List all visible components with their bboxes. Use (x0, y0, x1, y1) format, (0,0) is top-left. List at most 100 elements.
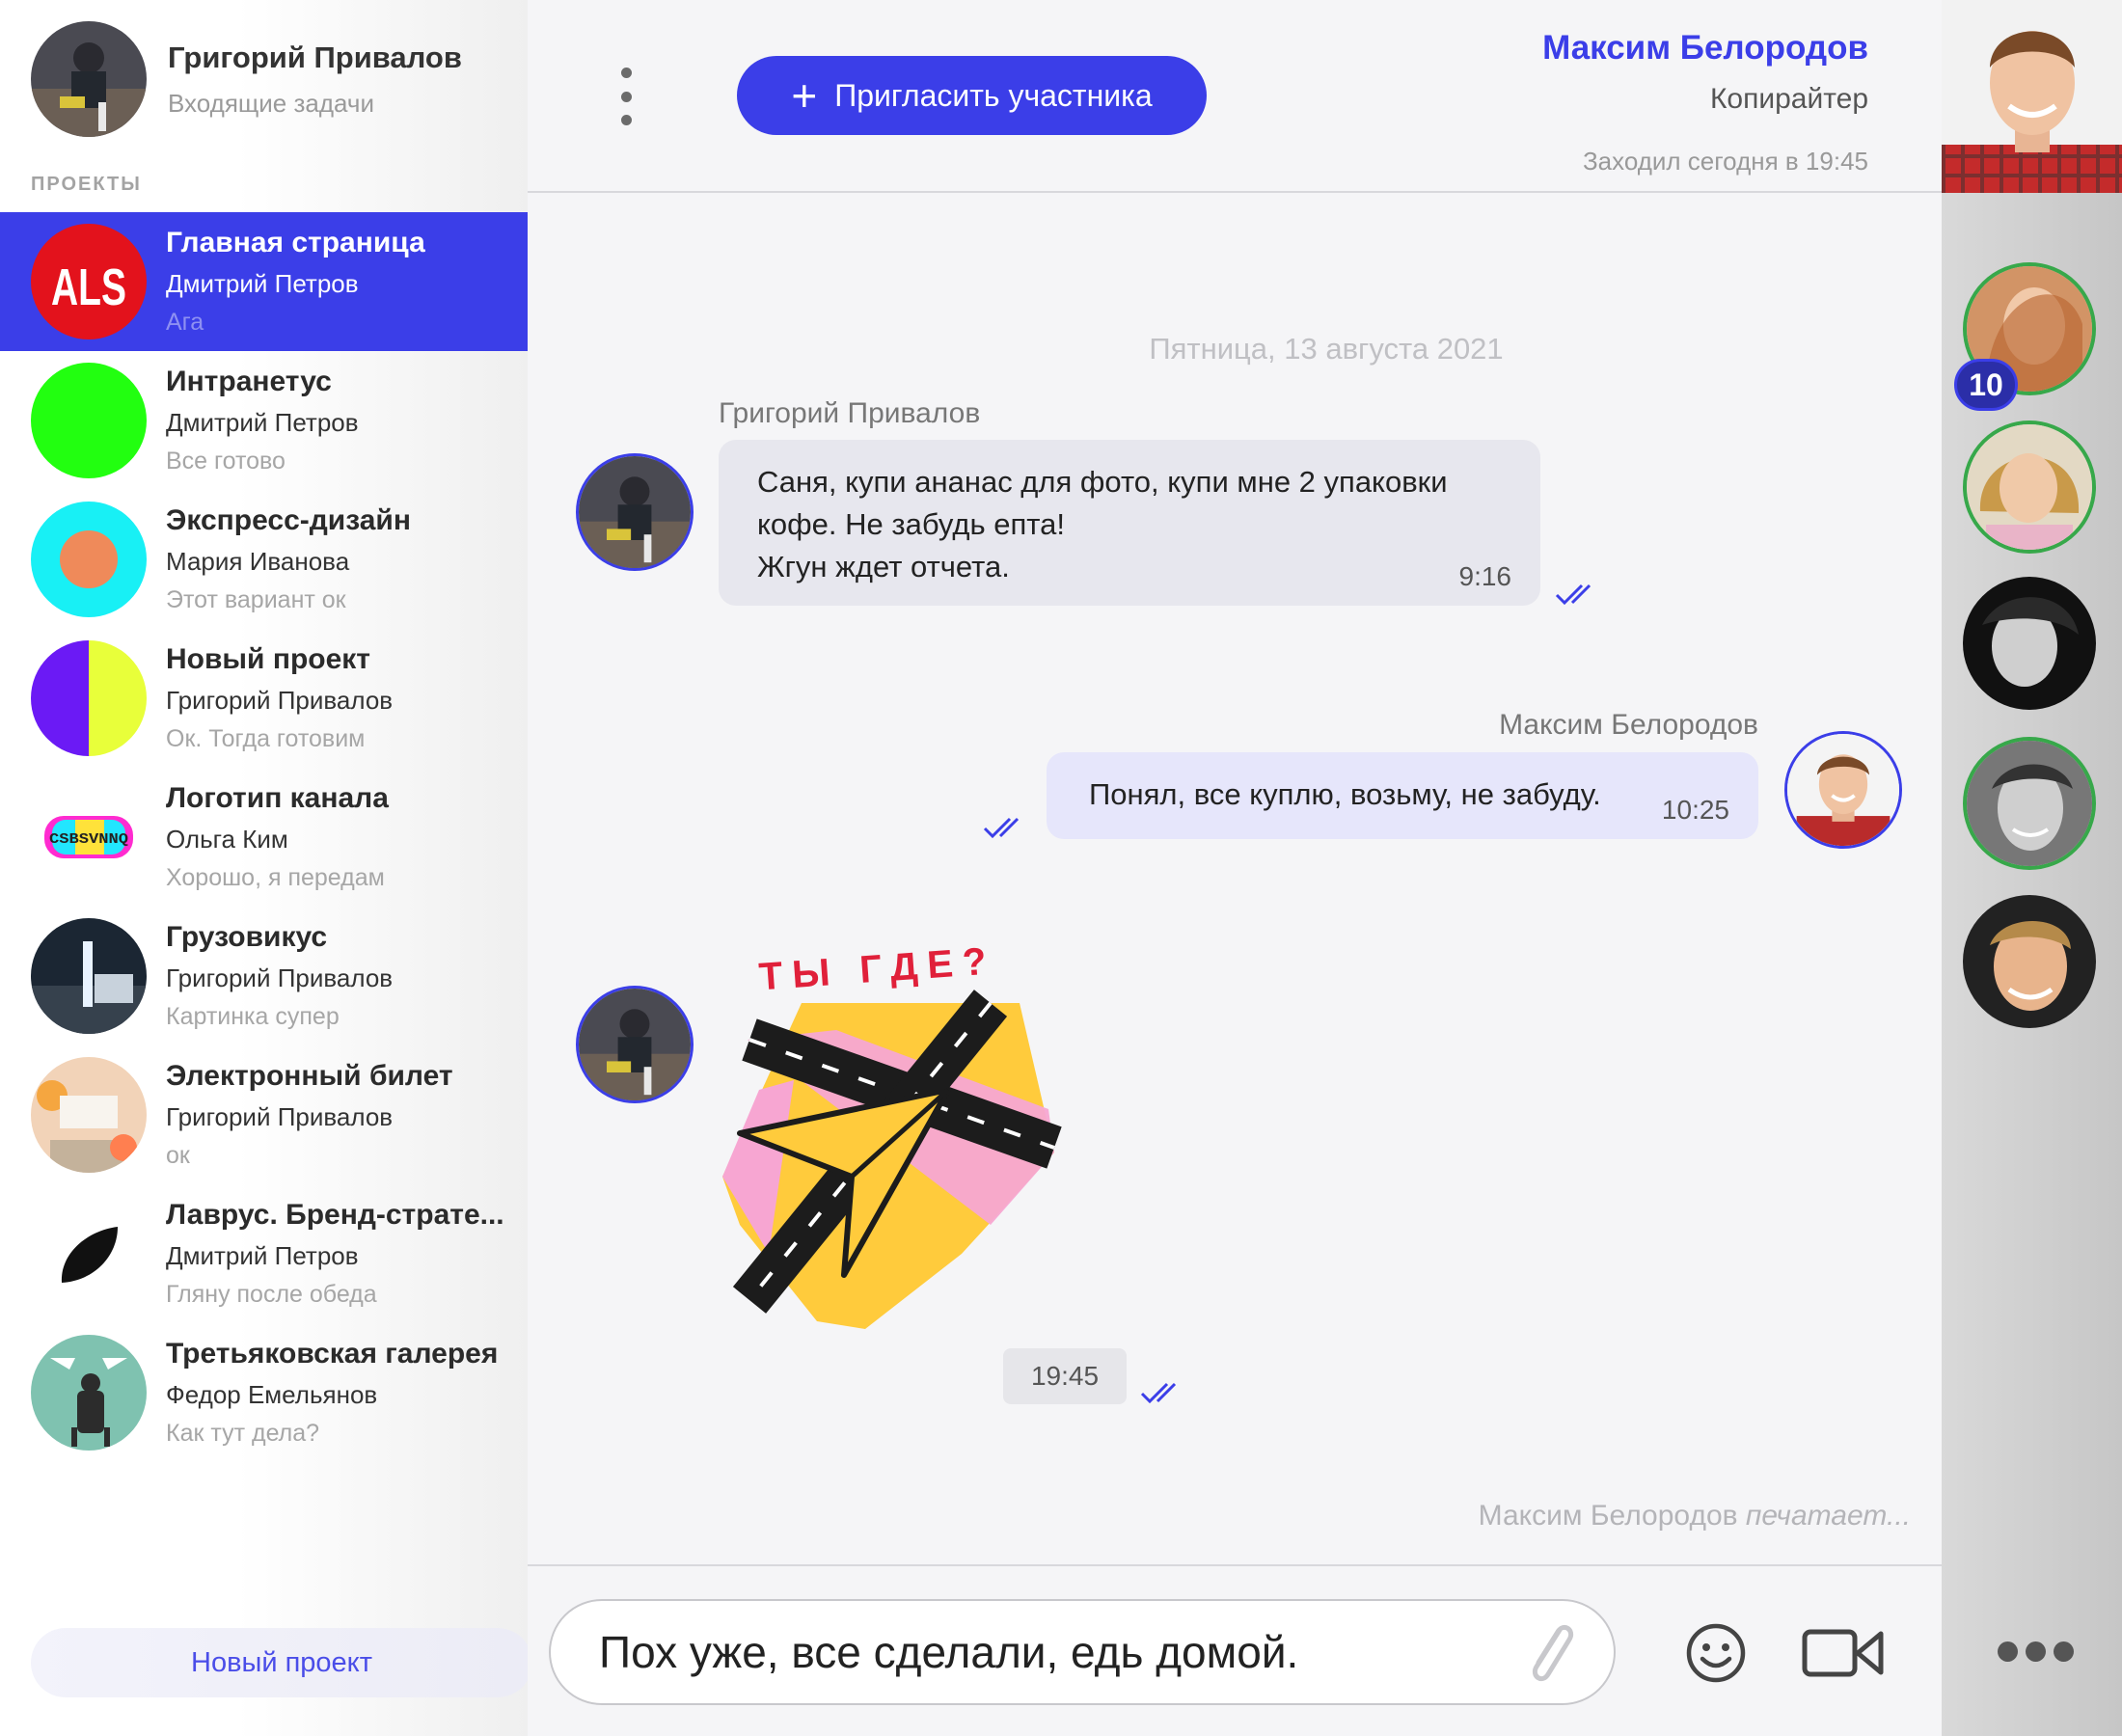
peer-name[interactable]: Максим Белородов (1542, 29, 1868, 68)
project-last-message: Все готово (166, 448, 286, 475)
message-time: 9:16 (1458, 561, 1512, 591)
project-last-message: Этот вариант ок (166, 586, 346, 613)
message-avatar[interactable] (1784, 731, 1902, 849)
project-author: Мария Иванова (166, 547, 350, 576)
project-title: Логотип канала (166, 782, 389, 814)
project-title: Лаврус. Бренд-страте... (166, 1199, 504, 1231)
project-last-message: Гляну после обеда (166, 1281, 377, 1308)
project-last-message: Как тут дела? (166, 1420, 320, 1447)
current-user-avatar (31, 21, 147, 137)
message-line: кофе. Не забудь епта! (757, 507, 1065, 541)
date-separator: Пятница, 13 августа 2021 (1149, 332, 1504, 366)
project-title: Экспресс-дизайн (166, 504, 411, 536)
project-avatar (31, 1057, 147, 1173)
invite-member-button[interactable]: + Пригласить участника (737, 56, 1207, 135)
project-avatar: CSBSVNNQ (31, 779, 147, 895)
member-avatar[interactable] (1963, 577, 2096, 710)
project-item[interactable]: Грузовикус Григорий Привалов Картинка су… (0, 907, 528, 1045)
project-title: Новый проект (166, 643, 370, 675)
projects-sidebar: Григорий Привалов Входящие задачи ПРОЕКТ… (0, 0, 528, 1736)
message-avatar[interactable] (576, 453, 694, 571)
unread-badge: 10 (1954, 359, 2018, 411)
composer-bar (528, 1564, 1942, 1736)
project-author: Федор Емельянов (166, 1380, 378, 1409)
more-horizontal-icon[interactable] (1998, 1641, 2074, 1662)
message-time: 19:45 (1003, 1348, 1127, 1404)
project-avatar (31, 363, 147, 478)
project-author: Дмитрий Петров (166, 408, 359, 437)
project-last-message: Ага (166, 309, 204, 336)
project-title: Интранетус (166, 366, 332, 397)
project-last-message: ок (166, 1142, 190, 1169)
paperclip-icon[interactable] (1511, 1614, 1589, 1692)
member-avatar[interactable] (1963, 737, 2096, 870)
project-avatar: ALS (31, 224, 147, 339)
project-author: Григорий Привалов (166, 963, 394, 992)
message-line: Понял, все куплю, возьму, не забуду. (1089, 777, 1601, 811)
project-logo-text: CSBSVNNQ (49, 831, 128, 848)
project-item[interactable]: Интранетус Дмитрий Петров Все готово (0, 351, 528, 490)
current-user-subtitle: Входящие задачи (168, 88, 375, 118)
project-author: Дмитрий Петров (166, 1241, 359, 1270)
current-user-name: Григорий Привалов (168, 40, 462, 74)
message-line: Жгун ждет отчета. (757, 550, 1010, 583)
projects-section-label: ПРОЕКТЫ (31, 174, 142, 195)
project-author: Григорий Привалов (166, 686, 394, 715)
member-avatar[interactable] (1963, 420, 2096, 554)
chat-header: + Пригласить участника Максим Белородов … (528, 0, 1942, 193)
double-check-icon (1140, 1382, 1177, 1404)
project-author: Ольга Ким (166, 825, 288, 854)
chat-panel: + Пригласить участника Максим Белородов … (528, 0, 1942, 1736)
sticker-image[interactable]: ТЫ ГДЕ? (701, 936, 1068, 1341)
peer-last-seen: Заходил сегодня в 19:45 (1582, 147, 1868, 176)
smile-icon[interactable] (1673, 1611, 1758, 1695)
message-avatar[interactable] (576, 986, 694, 1103)
project-avatar (31, 640, 147, 756)
project-item[interactable]: ALS Главная страница Дмитрий Петров Ага (0, 212, 528, 351)
message-bubble[interactable]: Понял, все куплю, возьму, не забуду. 10:… (1047, 752, 1758, 839)
double-check-icon (983, 817, 1020, 839)
project-item[interactable]: CSBSVNNQ Логотип канала Ольга Ким Хорошо… (0, 768, 528, 907)
peer-role: Копирайтер (1709, 83, 1868, 115)
project-title: Третьяковская галерея (166, 1338, 499, 1370)
project-author: Дмитрий Петров (166, 269, 359, 298)
message-time: 10:25 (1661, 795, 1729, 825)
project-avatar (31, 1196, 147, 1312)
project-avatar (31, 1335, 147, 1451)
project-last-message: Хорошо, я передам (166, 864, 385, 891)
sticker-caption: ТЫ ГДЕ? (757, 939, 996, 998)
project-avatar (31, 918, 147, 1034)
invite-member-label: Пригласить участника (834, 77, 1153, 113)
peer-large-avatar[interactable] (1942, 0, 2122, 193)
project-item[interactable]: Экспресс-дизайн Мария Иванова Этот вариа… (0, 490, 528, 629)
typing-status: печатает... (1745, 1500, 1911, 1532)
typing-indicator: Максим Белородов печатает... (1479, 1500, 1911, 1533)
project-item[interactable]: Третьяковская галерея Федор Емельянов Ка… (0, 1323, 528, 1462)
plus-icon: + (791, 70, 818, 121)
message-input[interactable] (549, 1599, 1616, 1705)
project-author: Григорий Привалов (166, 1102, 394, 1131)
project-item[interactable]: Лаврус. Бренд-страте... Дмитрий Петров Г… (0, 1184, 528, 1323)
project-last-message: Ок. Тогда готовим (166, 725, 366, 752)
video-camera-icon[interactable] (1797, 1611, 1890, 1695)
project-logo-text: ALS (51, 258, 126, 316)
typing-user: Максим Белородов (1478, 1500, 1738, 1532)
project-item[interactable]: Электронный билет Григорий Привалов ок (0, 1045, 528, 1184)
message-bubble[interactable]: Саня, купи ананас для фото, купи мне 2 у… (719, 440, 1540, 606)
current-user[interactable]: Григорий Привалов Входящие задачи (31, 21, 462, 137)
message-line: Саня, купи ананас для фото, купи мне 2 у… (757, 465, 1448, 499)
project-title: Электронный билет (166, 1060, 453, 1092)
project-title: Главная страница (166, 227, 425, 258)
new-project-button[interactable]: Новый проект (31, 1628, 528, 1697)
project-list: ALS Главная страница Дмитрий Петров Ага … (0, 212, 528, 1462)
members-rail: 10 (1942, 0, 2122, 1736)
message-sender: Максим Белородов (1499, 709, 1758, 741)
double-check-icon (1555, 583, 1592, 606)
member-avatar[interactable] (1963, 895, 2096, 1028)
project-avatar (31, 502, 147, 617)
message-sender: Григорий Привалов (719, 397, 981, 429)
project-title: Грузовикус (166, 921, 328, 953)
more-vertical-icon[interactable] (614, 68, 638, 125)
project-last-message: Картинка супер (166, 1003, 340, 1030)
project-item[interactable]: Новый проект Григорий Привалов Ок. Тогда… (0, 629, 528, 768)
